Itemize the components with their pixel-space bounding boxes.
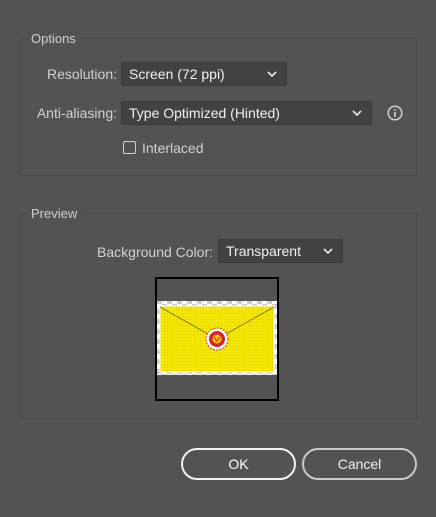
info-icon[interactable] [387,105,403,121]
interlaced-checkbox[interactable] [123,141,136,154]
cancel-button[interactable]: Cancel [302,448,417,480]
ok-button[interactable]: OK [181,448,296,480]
chevron-down-icon [352,110,362,117]
preview-image [155,277,279,401]
preview-title: Preview [27,206,82,222]
resolution-value: Screen (72 ppi) [129,66,225,82]
interlaced-label[interactable]: Interlaced [142,138,203,158]
resolution-select[interactable]: Screen (72 ppi) [121,62,287,86]
background-color-value: Transparent [226,243,301,259]
background-color-label: Background Color: [97,244,213,260]
antialiasing-select[interactable]: Type Optimized (Hinted) [121,101,372,125]
envelope-preview [157,301,277,375]
antialiasing-value: Type Optimized (Hinted) [129,105,280,121]
options-title: Options [27,31,80,47]
background-color-select[interactable]: Transparent [218,239,343,263]
chevron-down-icon [323,248,333,255]
antialiasing-label: Anti-aliasing: [36,105,117,121]
resolution-label: Resolution: [46,66,117,82]
chevron-down-icon [267,71,277,78]
